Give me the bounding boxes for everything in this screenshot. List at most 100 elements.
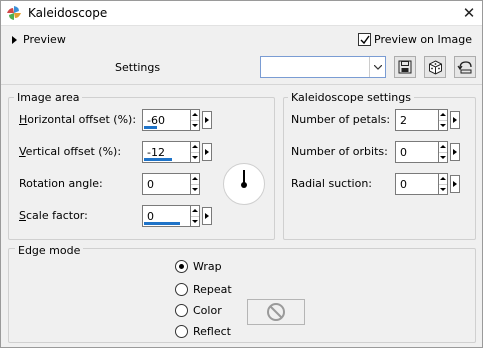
settings-label: Settings: [115, 61, 161, 74]
orbits-spinner[interactable]: 0: [395, 141, 460, 163]
chevron-down-icon[interactable]: [369, 57, 385, 77]
vertical-offset-slider-bar[interactable]: [144, 158, 172, 161]
stepper-up-icon[interactable]: [191, 110, 199, 120]
stepper-down-icon[interactable]: [439, 151, 447, 163]
stepper-down-icon[interactable]: [191, 119, 199, 131]
window-title: Kaleidoscope: [28, 6, 108, 20]
edge-color-swatch[interactable]: [247, 299, 305, 325]
preview-toggle[interactable]: Preview: [12, 33, 66, 46]
petals-stepper[interactable]: [439, 109, 448, 131]
dial-pointer-icon: [241, 170, 247, 188]
rotation-angle-label-text: Rotation angle:: [19, 177, 103, 190]
radio-selected-icon[interactable]: [175, 260, 188, 273]
scale-factor-slider-bar[interactable]: [144, 222, 180, 225]
save-preset-button[interactable]: [394, 56, 416, 78]
wrap-label: Wrap: [193, 260, 222, 273]
slider-popout-icon[interactable]: [450, 175, 460, 193]
orbits-stepper[interactable]: [439, 141, 448, 163]
horizontal-offset-input[interactable]: -60: [142, 109, 191, 131]
checkmark-icon: [360, 35, 370, 45]
orbits-value: 0: [400, 146, 407, 159]
reset-button[interactable]: [454, 56, 476, 78]
close-button[interactable]: ✕: [455, 0, 483, 26]
slider-popout-icon[interactable]: [202, 207, 212, 225]
stepper-up-icon[interactable]: [439, 142, 447, 152]
horizontal-offset-slider-bar[interactable]: [144, 126, 157, 129]
orbits-input[interactable]: 0: [395, 141, 439, 163]
horizontal-offset-label: Horizontal offset (%):: [19, 113, 136, 126]
edge-mode-repeat-radio[interactable]: Repeat: [175, 283, 232, 296]
pinwheel-app-icon: [6, 5, 22, 21]
radial-suction-stepper[interactable]: [439, 173, 448, 195]
petals-spinner[interactable]: 2: [395, 109, 460, 131]
edge-mode-wrap-radio[interactable]: Wrap: [175, 260, 222, 273]
settings-preset-select[interactable]: [260, 56, 386, 78]
slider-popout-icon[interactable]: [450, 143, 460, 161]
vertical-offset-label: Vertical offset (%):: [19, 145, 121, 158]
reset-icon: [457, 61, 472, 74]
stepper-down-icon[interactable]: [191, 151, 199, 163]
rotation-angle-spinner[interactable]: 0: [142, 173, 200, 195]
scale-factor-mnemonic: S: [19, 209, 26, 222]
radio-unselected-icon[interactable]: [175, 325, 188, 338]
edge-mode-title: Edge mode: [15, 244, 84, 257]
stepper-down-icon[interactable]: [191, 215, 199, 227]
random-dice-icon: [428, 59, 442, 75]
stepper-up-icon[interactable]: [439, 174, 447, 184]
repeat-label: Repeat: [193, 283, 232, 296]
color-label: Color: [193, 304, 222, 317]
horizontal-offset-spinner[interactable]: -60: [142, 109, 212, 131]
reflect-label: Reflect: [193, 325, 231, 338]
radial-suction-label: Radial suction:: [291, 177, 373, 190]
petals-input[interactable]: 2: [395, 109, 439, 131]
edge-mode-reflect-radio[interactable]: Reflect: [175, 325, 231, 338]
slider-popout-icon[interactable]: [202, 143, 212, 161]
radio-unselected-icon[interactable]: [175, 283, 188, 296]
radial-suction-value: 0: [400, 178, 407, 191]
preview-on-image-checkbox[interactable]: [358, 33, 371, 46]
close-icon: ✕: [462, 4, 476, 22]
petals-value: 2: [400, 114, 407, 127]
preview-toggle-label: Preview: [23, 33, 66, 46]
stepper-down-icon[interactable]: [191, 183, 199, 195]
stepper-up-icon[interactable]: [191, 206, 199, 216]
no-symbol-icon: [267, 303, 285, 321]
vertical-offset-stepper[interactable]: [191, 141, 200, 163]
vertical-offset-label-text: ertical offset (%):: [25, 145, 122, 158]
petals-label: Number of petals:: [291, 113, 391, 126]
slider-popout-icon[interactable]: [202, 111, 212, 129]
stepper-down-icon[interactable]: [439, 183, 447, 195]
save-icon: [398, 60, 412, 74]
radial-suction-spinner[interactable]: 0: [395, 173, 460, 195]
scale-factor-stepper[interactable]: [191, 205, 200, 227]
slider-popout-icon[interactable]: [450, 111, 460, 129]
radial-suction-input[interactable]: 0: [395, 173, 439, 195]
triangle-right-icon: [12, 35, 17, 44]
preview-on-image-label[interactable]: Preview on Image: [374, 33, 472, 46]
scale-factor-label: Scale factor:: [19, 209, 88, 222]
header-separator: [0, 84, 483, 85]
rotation-angle-input[interactable]: 0: [142, 173, 191, 195]
randomize-button[interactable]: [424, 56, 446, 78]
stepper-up-icon[interactable]: [439, 110, 447, 120]
edge-mode-color-radio[interactable]: Color: [175, 304, 222, 317]
orbits-label: Number of orbits:: [291, 145, 388, 158]
edge-mode-group: [8, 248, 476, 343]
rotation-angle-value: 0: [147, 178, 154, 191]
vertical-offset-input[interactable]: -12: [142, 141, 191, 163]
stepper-down-icon[interactable]: [439, 119, 447, 131]
scale-factor-input[interactable]: 0: [142, 205, 191, 227]
rotation-dial[interactable]: [223, 163, 265, 205]
radio-unselected-icon[interactable]: [175, 304, 188, 317]
horizontal-offset-stepper[interactable]: [191, 109, 200, 131]
stepper-up-icon[interactable]: [191, 174, 199, 184]
rotation-angle-label: Rotation angle:: [19, 177, 103, 190]
stepper-up-icon[interactable]: [191, 142, 199, 152]
rotation-angle-stepper[interactable]: [191, 173, 200, 195]
scale-factor-label-text: cale factor:: [25, 209, 88, 222]
kaleidoscope-settings-title: Kaleidoscope settings: [288, 91, 414, 104]
scale-factor-spinner[interactable]: 0: [142, 205, 212, 227]
vertical-offset-mnemonic: V: [19, 145, 26, 158]
horizontal-offset-label-text: orizontal offset (%):: [27, 113, 137, 126]
vertical-offset-spinner[interactable]: -12: [142, 141, 212, 163]
